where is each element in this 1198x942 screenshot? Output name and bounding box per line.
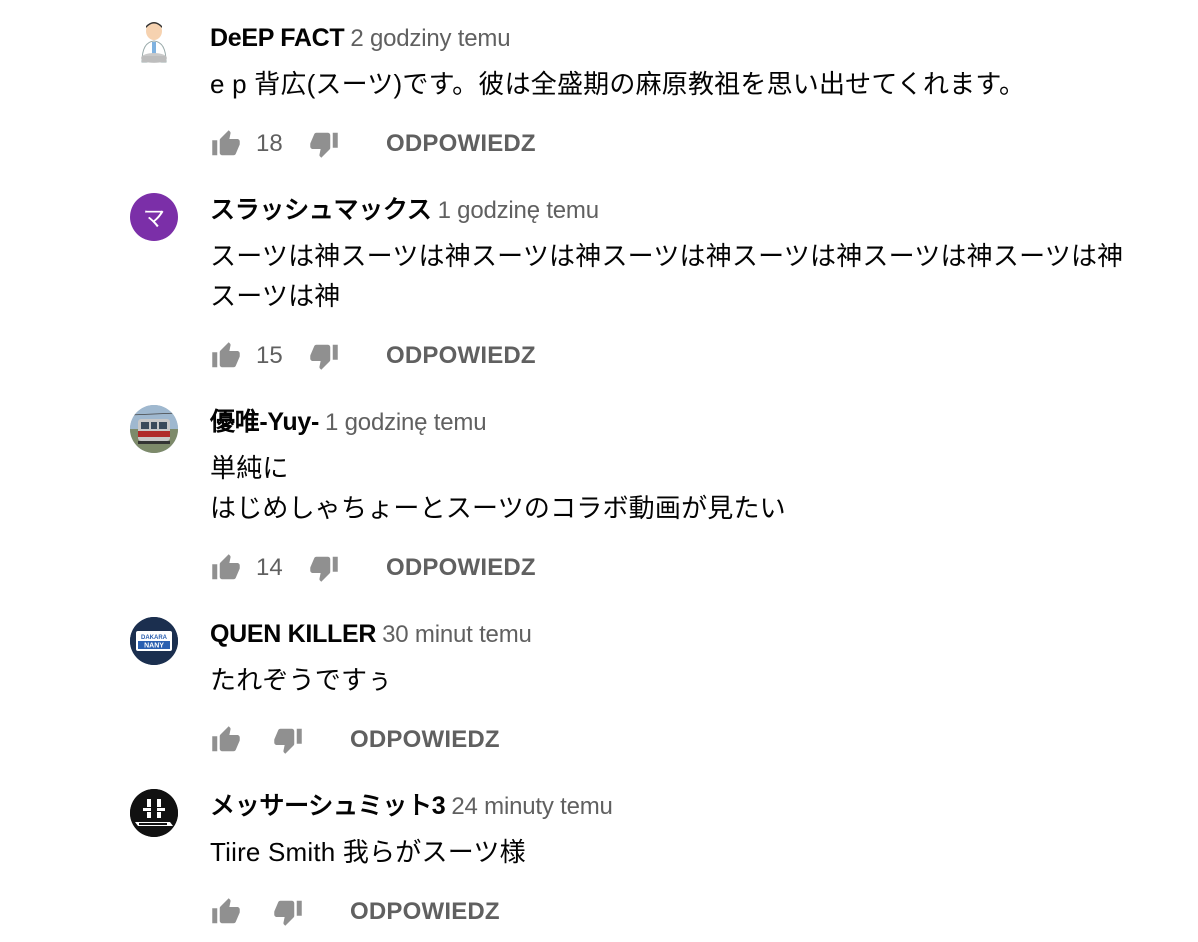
reply-button[interactable]: ODPOWIEDZ: [386, 554, 536, 582]
comment-header: 優唯-Yuy- 1 godzinę temu: [210, 405, 487, 439]
thumb-up-icon[interactable]: [210, 552, 242, 584]
comment-time[interactable]: 24 minuty temu: [451, 793, 612, 820]
thumb-down-icon[interactable]: [308, 552, 340, 584]
like-count: 18: [256, 130, 283, 157]
thumb-down-icon[interactable]: [308, 128, 340, 160]
thumb-down-icon[interactable]: [308, 340, 340, 372]
avatar[interactable]: [130, 789, 178, 837]
train-photo-icon: [130, 405, 178, 453]
avatar[interactable]: マ: [130, 193, 178, 241]
comment-actions: 15 ODPOWIEDZ: [210, 336, 536, 376]
comment-time[interactable]: 30 minut temu: [382, 621, 532, 648]
thumb-up-icon[interactable]: [210, 724, 242, 756]
thumb-down-icon[interactable]: [272, 896, 304, 928]
comment-text: スーツは神スーツは神スーツは神スーツは神スーツは神スーツは神スーツは神 スーツは…: [210, 241, 1124, 311]
comment-text: e p 背広(スーツ)です。彼は全盛期の麻原教祖を思い出せてくれます。: [210, 69, 1026, 99]
author-name[interactable]: スラッシュマックス: [210, 196, 432, 224]
avatar[interactable]: [130, 18, 178, 66]
comment-time[interactable]: 1 godzinę temu: [325, 409, 487, 436]
comment-actions: ODPOWIEDZ: [210, 892, 500, 932]
like-count: 15: [256, 342, 283, 369]
author-name[interactable]: 優唯-Yuy-: [210, 408, 319, 436]
dark-emblem-icon: [130, 789, 178, 837]
like-count: 14: [256, 554, 283, 581]
reply-button[interactable]: ODPOWIEDZ: [350, 726, 500, 754]
author-name[interactable]: DeEP FACT: [210, 24, 345, 52]
dakara-nany-logo-icon: DAKARA NANY: [130, 617, 178, 665]
comment-text: Tiire Smith 我らがスーツ様: [210, 837, 526, 867]
reply-button[interactable]: ODPOWIEDZ: [350, 898, 500, 926]
comment-time[interactable]: 2 godziny temu: [350, 25, 510, 52]
thumb-down-icon[interactable]: [272, 724, 304, 756]
illustrated-man-icon: [130, 18, 178, 66]
author-name[interactable]: QUEN KILLER: [210, 620, 376, 648]
thumb-up-icon[interactable]: [210, 340, 242, 372]
author-name[interactable]: メッサーシュミット3: [210, 792, 446, 820]
avatar-logo-line2: NANY: [144, 643, 164, 650]
comment-header: スラッシュマックス 1 godzinę temu: [210, 193, 599, 227]
comment-text: 単純に はじめしゃちょーとスーツのコラボ動画が見たい: [210, 453, 786, 523]
avatar-letter: マ: [142, 207, 165, 232]
avatar-logo-line1: DAKARA: [141, 635, 168, 641]
comment-actions: 14 ODPOWIEDZ: [210, 548, 536, 588]
thumb-up-icon[interactable]: [210, 896, 242, 928]
comment-header: DeEP FACT 2 godziny temu: [210, 21, 511, 55]
reply-button[interactable]: ODPOWIEDZ: [386, 130, 536, 158]
comment-actions: 18 ODPOWIEDZ: [210, 124, 536, 164]
comment-header: メッサーシュミット3 24 minuty temu: [210, 789, 613, 823]
avatar[interactable]: [130, 405, 178, 453]
comment-text: たれぞうですぅ: [210, 665, 393, 695]
reply-button[interactable]: ODPOWIEDZ: [386, 342, 536, 370]
thumb-up-icon[interactable]: [210, 128, 242, 160]
comment-header: QUEN KILLER 30 minut temu: [210, 617, 532, 651]
comment-time[interactable]: 1 godzinę temu: [438, 197, 600, 224]
avatar[interactable]: DAKARA NANY: [130, 617, 178, 665]
comment-actions: ODPOWIEDZ: [210, 720, 500, 760]
